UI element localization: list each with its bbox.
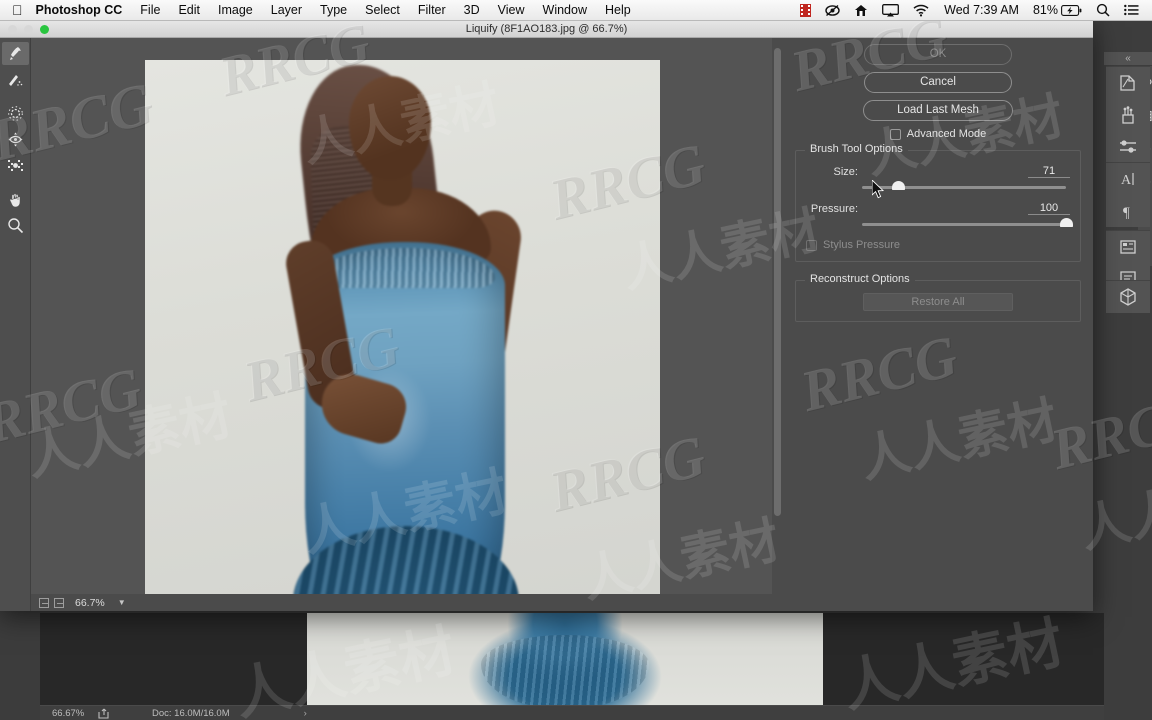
3d-icon[interactable] [1106, 281, 1150, 313]
notifications-icon[interactable] [1117, 4, 1146, 16]
document-image-strip [307, 613, 823, 720]
apple-icon[interactable]:  [0, 3, 34, 17]
advanced-mode-label: Advanced Mode [906, 128, 987, 140]
window-controls [8, 25, 49, 34]
menu-item-filter[interactable]: Filter [409, 0, 455, 21]
chevron-right-icon[interactable]: › [230, 708, 307, 719]
svg-text:¶: ¶ [1123, 205, 1130, 221]
collapse-panels-icon[interactable]: « [1104, 52, 1152, 65]
search-icon[interactable] [1089, 3, 1117, 17]
liquify-body: 66.7% ▼ OK Cancel Load Last Mesh Advance… [0, 38, 1093, 611]
path-select-icon[interactable] [1106, 67, 1150, 99]
zoom-in-button[interactable] [54, 597, 64, 608]
figure-face [349, 76, 431, 180]
reconstruct-tool[interactable] [2, 68, 29, 91]
status-zoom-value[interactable]: 66.67% [40, 708, 98, 719]
paragraph-icon[interactable]: ¶ [1106, 195, 1150, 227]
preview-image [145, 60, 660, 594]
advanced-mode-row[interactable]: Advanced Mode [795, 128, 1081, 140]
preview-vertical-scrollbar[interactable] [772, 38, 783, 594]
share-icon[interactable] [98, 708, 128, 719]
menu-item-layer[interactable]: Layer [262, 0, 311, 21]
status-doc-size: Doc: 16.0M/16.0M [152, 707, 230, 719]
pressure-value-row: Pressure: 100 [806, 202, 1070, 215]
minimize-button[interactable] [24, 25, 33, 34]
battery-charging-icon [1061, 4, 1082, 16]
preview-zoom-value[interactable]: 66.7% [75, 597, 105, 609]
brush-tool-options-group: Brush Tool Options Size: 71 Pressure: 10… [795, 143, 1081, 262]
menu-item-view[interactable]: View [489, 0, 534, 21]
menu-item-file[interactable]: File [131, 0, 169, 21]
stylus-pressure-checkbox[interactable] [806, 239, 817, 251]
reconstruct-options-group: Reconstruct Options Restore All [795, 273, 1081, 322]
liquify-options-panel: OK Cancel Load Last Mesh Advanced Mode B… [783, 38, 1093, 611]
liquify-dialog: Liquify (8F1AO183.jpg @ 66.7%) 66.7% ▼ O… [0, 21, 1093, 611]
photoshop-status-bar: 66.67% Doc: 16.0M/16.0M › [40, 705, 1104, 720]
preview-status-bar: 66.7% ▼ [31, 594, 783, 611]
document-canvas-background [40, 613, 1104, 720]
zoom-button[interactable] [40, 25, 49, 34]
liquify-titlebar[interactable]: Liquify (8F1AO183.jpg @ 66.7%) [0, 21, 1093, 38]
dock-group-4 [1106, 280, 1150, 313]
pressure-label: Pressure: [810, 202, 858, 215]
liquify-tool-column [0, 38, 31, 611]
dock-group-2: A ¶ [1106, 162, 1150, 227]
twirl-clockwise-tool[interactable] [2, 102, 29, 125]
forward-warp-tool[interactable] [1, 42, 29, 65]
size-slider[interactable] [806, 180, 1070, 194]
menu-item-window[interactable]: Window [534, 0, 596, 21]
menu-item-help[interactable]: Help [596, 0, 640, 21]
size-value[interactable]: 71 [1028, 165, 1070, 178]
reconstruct-options-title: Reconstruct Options [805, 273, 915, 285]
advanced-mode-checkbox[interactable] [889, 128, 901, 140]
battery-status[interactable]: 81% [1027, 3, 1089, 17]
restore-all-button[interactable]: Restore All [863, 293, 1013, 311]
pressure-slider-knob[interactable] [1059, 218, 1073, 227]
libraries-icon[interactable] [1106, 99, 1150, 131]
pressure-slider-track[interactable] [862, 223, 1066, 226]
dress-bottom-preview [465, 613, 665, 708]
menu-item-type[interactable]: Type [311, 0, 356, 21]
menu-app-name[interactable]: Photoshop CC [34, 0, 132, 21]
brush-tool-options-title: Brush Tool Options [805, 143, 908, 155]
menu-item-3d[interactable]: 3D [455, 0, 489, 21]
dropbox-icon[interactable] [818, 4, 847, 17]
ok-button[interactable]: OK [864, 44, 1012, 65]
pressure-value[interactable]: 100 [1028, 202, 1070, 215]
adjustments-icon[interactable] [1106, 131, 1150, 163]
vpn-icon[interactable] [847, 4, 875, 17]
pucker-bloat-tool[interactable] [2, 128, 29, 151]
dock-group-1 [1106, 66, 1150, 163]
load-last-mesh-button[interactable]: Load Last Mesh [863, 100, 1013, 121]
preview-scroll-thumb[interactable] [774, 48, 781, 516]
svg-text:A: A [1121, 173, 1132, 188]
stylus-pressure-row[interactable]: Stylus Pressure [806, 239, 1070, 251]
menu-item-image[interactable]: Image [209, 0, 262, 21]
layer-comps-icon[interactable] [1106, 231, 1150, 263]
airplay-icon[interactable] [875, 3, 906, 17]
size-label: Size: [833, 165, 858, 178]
liquify-preview-canvas[interactable] [31, 38, 783, 594]
battery-percent: 81% [1032, 3, 1058, 17]
menu-item-edit[interactable]: Edit [169, 0, 209, 21]
size-value-row: Size: 71 [806, 165, 1070, 178]
menu-item-select[interactable]: Select [356, 0, 409, 21]
wifi-icon[interactable] [906, 4, 936, 17]
liquify-title: Liquify (8F1AO183.jpg @ 66.7%) [465, 23, 628, 35]
macos-menu-bar:  Photoshop CC File Edit Image Layer Typ… [0, 0, 1152, 21]
pressure-slider[interactable] [806, 217, 1073, 231]
cancel-button[interactable]: Cancel [864, 72, 1012, 93]
stylus-pressure-label: Stylus Pressure [823, 239, 901, 251]
hand-tool[interactable] [2, 188, 29, 211]
menu-clock[interactable]: Wed 7:39 AM [936, 3, 1027, 17]
zoom-tool[interactable] [2, 214, 29, 237]
character-icon[interactable]: A [1106, 163, 1150, 195]
zoom-out-button[interactable] [39, 597, 49, 608]
filmstrip-icon[interactable] [793, 3, 818, 17]
close-button[interactable] [8, 25, 17, 34]
size-slider-knob[interactable] [892, 181, 906, 190]
chevron-down-icon[interactable]: ▼ [118, 598, 126, 607]
freeze-mask-tool[interactable] [2, 154, 29, 177]
model-figure [145, 60, 660, 594]
